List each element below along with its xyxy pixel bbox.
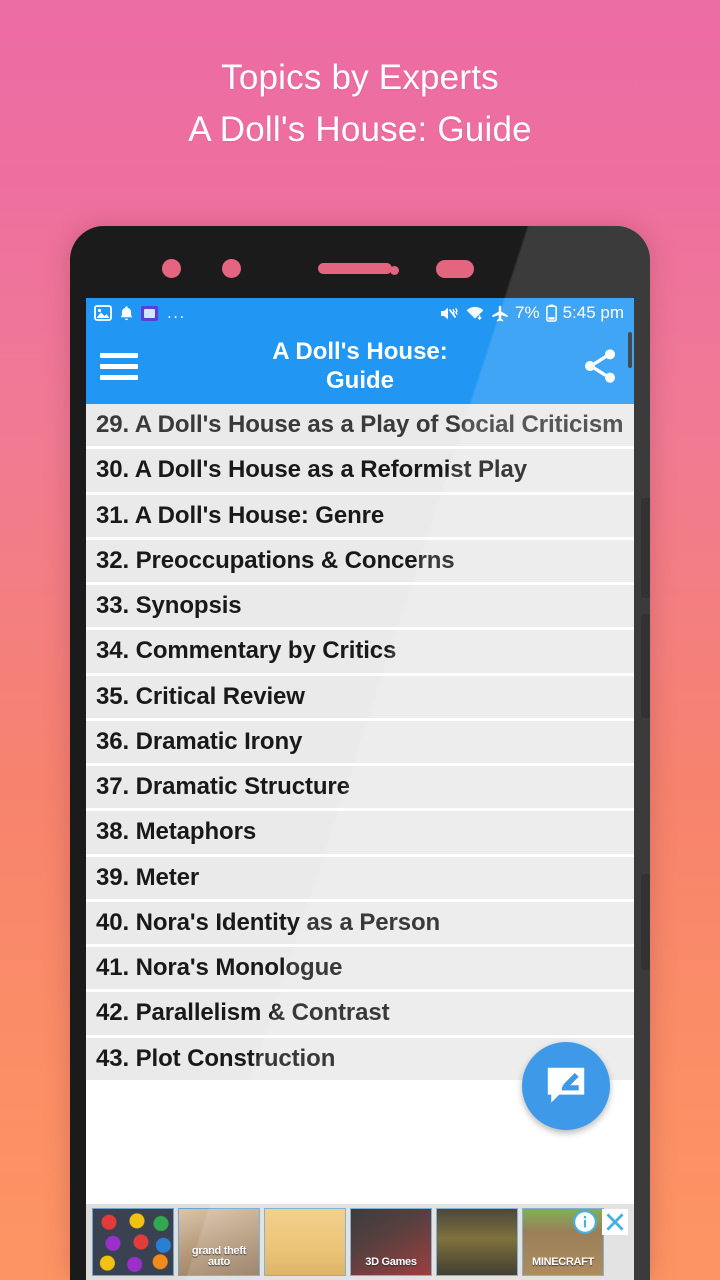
ad-thumbnail-label: grand theft auto [191,1244,247,1269]
wifi-icon [465,305,485,321]
power-button[interactable] [641,874,650,970]
secondary-camera-icon [436,260,474,278]
app-notification-icon [141,305,158,321]
phone-top-bezel [70,226,650,298]
airplane-mode-icon [491,305,509,322]
ad-banner[interactable]: grand theft auto 3D Games MINECRAFT [86,1204,634,1280]
promo-line-1: Topics by Experts [221,58,499,97]
ad-thumbnail-label: 3D Games [365,1256,417,1269]
list-item[interactable]: 41. Nora's Monologue [86,947,634,990]
earpiece-speaker [318,263,392,274]
feedback-fab-button[interactable] [522,1042,610,1130]
list-item[interactable]: 35. Critical Review [86,675,634,718]
mute-vibrate-icon [439,305,459,322]
page-title-line-2: Guide [325,367,394,394]
list-item[interactable]: 42. Parallelism & Contrast [86,992,634,1035]
ad-info-icon[interactable] [572,1209,598,1240]
page-title: A Doll's House: Guide [86,337,634,396]
list-item[interactable]: 31. A Doll's House: Genre [86,494,634,537]
clock-label: 5:45 pm [562,303,624,322]
hamburger-menu-icon[interactable] [100,352,138,380]
list-item[interactable]: 37. Dramatic Structure [86,766,634,809]
list-item[interactable]: 39. Meter [86,856,634,899]
bell-icon [119,305,134,322]
candy-crush-ad-thumbnail[interactable] [92,1208,174,1276]
more-dots-icon: ... [167,303,186,322]
grand-theft-auto-ad-thumbnail[interactable]: grand theft auto [178,1208,260,1276]
list-item[interactable]: 34. Commentary by Critics [86,630,634,673]
phone-mockup: ... 7% 5:45 pm A Doll's House: Guide 29.… [70,226,650,1280]
list-item[interactable]: 40. Nora's Identity as a Person [86,901,634,945]
list-item[interactable]: 29. A Doll's House as a Play of Social C… [86,404,634,447]
fruit-ninja-ad-thumbnail[interactable]: 3D Games [350,1208,432,1276]
ad-close-icon[interactable] [602,1209,628,1240]
status-bar: ... 7% 5:45 pm [86,298,634,328]
temple-run-ad-thumbnail[interactable] [436,1208,518,1276]
list-item[interactable]: 38. Metaphors [86,811,634,854]
topic-list[interactable]: 29. A Doll's House as a Play of Social C… [86,404,634,1080]
volume-down-button[interactable] [641,614,650,718]
page-title-line-1: A Doll's House: [272,337,448,365]
promo-headline: Topics by Experts A Doll's House: Guide [0,52,720,156]
volume-up-button[interactable] [641,498,650,598]
app-toolbar: A Doll's House: Guide [86,328,634,404]
sensor-dot-icon [162,259,181,278]
feedback-comment-edit-icon [547,1067,585,1103]
promo-line-2: A Doll's House: Guide [188,109,532,149]
wheres-my-water-ad-thumbnail[interactable] [264,1208,346,1276]
front-camera-icon [222,259,241,278]
list-item[interactable]: 36. Dramatic Irony [86,720,634,764]
image-icon [94,305,112,321]
list-item[interactable]: 30. A Doll's House as a Reformist Play [86,449,634,492]
list-item[interactable]: 33. Synopsis [86,585,634,628]
proximity-sensor-icon [390,266,399,275]
battery-percent-label: 7% [514,303,540,322]
device-screen: ... 7% 5:45 pm A Doll's House: Guide 29.… [86,298,634,1280]
scrollbar-thumb[interactable] [628,332,632,368]
battery-icon [545,304,557,322]
list-item[interactable]: 32. Preoccupations & Concerns [86,539,634,583]
share-icon[interactable] [580,346,620,386]
ad-thumbnail-label: MINECRAFT [531,1256,595,1269]
